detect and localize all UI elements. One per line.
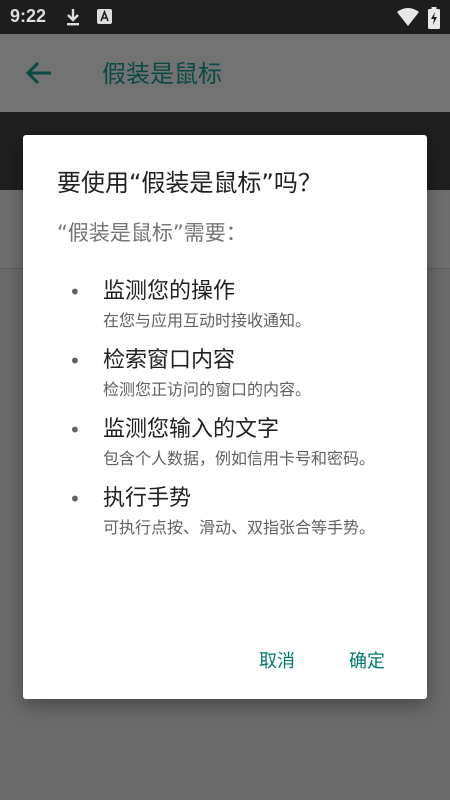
permission-description: 包含个人数据，例如信用卡号和密码。 (103, 449, 376, 468)
permission-title: 监测您的操作 (103, 279, 236, 304)
wifi-icon (396, 7, 420, 31)
bullet-icon: • (69, 349, 81, 373)
permission-item-gestures: • 执行手势 可执行点按、滑动、双指张合等手势。 (57, 484, 397, 541)
dialog-title: 要使用“假装是鼠标”吗？ (57, 169, 322, 197)
app-bar: 假装是鼠标 (0, 34, 450, 112)
status-time: 9:22 (10, 6, 47, 26)
download-icon (64, 7, 82, 31)
battery-charging-icon (428, 7, 440, 33)
permission-description: 可执行点按、滑动、双指张合等手势。 (103, 518, 376, 537)
permission-title: 执行手势 (103, 486, 192, 511)
permission-dialog: 要使用“假装是鼠标”吗？ “假装是鼠标”需要： • 监测您的操作 在您与应用互动… (23, 135, 427, 699)
permission-description: 检测您正访问的窗口的内容。 (103, 380, 312, 399)
dialog-actions: 取消 确定 (23, 641, 427, 677)
bullet-icon: • (69, 280, 81, 304)
arrow-back-icon[interactable] (24, 58, 54, 88)
cancel-button[interactable]: 取消 (255, 641, 299, 679)
permission-title: 检索窗口内容 (103, 348, 236, 373)
permission-description: 在您与应用互动时接收通知。 (103, 311, 312, 330)
permission-title: 监测您输入的文字 (103, 417, 280, 442)
permission-list: • 监测您的操作 在您与应用互动时接收通知。 • 检索窗口内容 检测您正访问的窗… (57, 277, 397, 553)
font-icon (96, 7, 114, 31)
permission-item-observe: • 监测您的操作 在您与应用互动时接收通知。 (57, 277, 397, 334)
dialog-subtitle: “假装是鼠标”需要： (57, 221, 247, 245)
app-title: 假装是鼠标 (102, 60, 222, 88)
permission-item-text-input: • 监测您输入的文字 包含个人数据，例如信用卡号和密码。 (57, 415, 397, 472)
bullet-icon: • (69, 487, 81, 511)
bullet-icon: • (69, 418, 81, 442)
permission-item-window-content: • 检索窗口内容 检测您正访问的窗口的内容。 (57, 346, 397, 403)
ok-button[interactable]: 确定 (345, 641, 389, 679)
status-bar: 9:22 (0, 0, 450, 34)
